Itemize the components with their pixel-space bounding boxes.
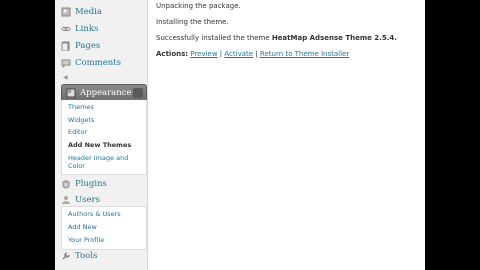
- separator-arrow-icon: ◀: [63, 74, 68, 81]
- preview-link[interactable]: Preview: [190, 50, 217, 58]
- submenu-item-authors-users[interactable]: Authors & Users: [68, 210, 142, 218]
- submenu-item-add-new-themes[interactable]: Add New Themes: [68, 141, 142, 149]
- tools-icon: [61, 251, 71, 261]
- link-separator: |: [219, 50, 223, 58]
- sidebar-item-label: Tools: [75, 251, 98, 261]
- submenu-item-add-new[interactable]: Add New: [68, 223, 142, 231]
- sidebar-item-label: Pages: [75, 41, 101, 51]
- sidebar-item-label: Media: [75, 7, 102, 17]
- link-separator: |: [255, 50, 258, 58]
- sidebar-item-pages[interactable]: Pages: [61, 38, 145, 54]
- screen: Media Links Pages Comments ◀ Appearance …: [55, 0, 425, 270]
- admin-sidebar: Media Links Pages Comments ◀ Appearance …: [55, 0, 148, 270]
- media-icon: [61, 7, 71, 17]
- submenu-item-themes[interactable]: Themes: [68, 103, 142, 111]
- submenu-item-editor[interactable]: Editor: [68, 128, 142, 136]
- sidebar-item-tools[interactable]: Tools: [61, 248, 145, 264]
- submenu-item-your-profile[interactable]: Your Profile: [68, 236, 142, 244]
- status-installing: Installing the theme.: [156, 18, 229, 26]
- sidebar-item-links[interactable]: Links: [61, 21, 145, 37]
- sidebar-item-label: Links: [75, 24, 99, 34]
- activate-link[interactable]: Activate: [224, 50, 253, 58]
- users-submenu: Authors & Users Add New Your Profile: [61, 206, 147, 250]
- sidebar-item-label: Users: [75, 195, 100, 205]
- sidebar-item-media[interactable]: Media: [61, 4, 145, 20]
- actions-label: Actions:: [156, 50, 189, 58]
- return-to-installer-link[interactable]: Return to Theme Installer: [260, 50, 349, 58]
- sidebar-item-label: Appearance: [80, 88, 132, 98]
- success-text: Successfully installed the theme: [156, 34, 270, 42]
- menu-toggle-icon[interactable]: [133, 88, 143, 98]
- actions-row: Actions: Preview | Activate | Return to …: [156, 50, 349, 58]
- sidebar-item-plugins[interactable]: Plugins: [61, 176, 145, 192]
- sidebar-item-label: Comments: [75, 58, 122, 68]
- links-icon: [61, 24, 71, 34]
- submenu-item-header-image[interactable]: Header Image and Color: [68, 154, 142, 170]
- appearance-submenu: Themes Widgets Editor Add New Themes Hea…: [61, 100, 147, 175]
- sidebar-item-comments[interactable]: Comments: [61, 55, 145, 71]
- pages-icon: [61, 41, 71, 51]
- comments-icon: [61, 58, 71, 68]
- submenu-item-widgets[interactable]: Widgets: [68, 116, 142, 124]
- status-success: Successfully installed the theme HeatMap…: [156, 34, 397, 42]
- appearance-icon: [66, 88, 76, 98]
- plugins-icon: [61, 179, 71, 189]
- users-icon: [61, 195, 71, 205]
- theme-name: HeatMap Adsense Theme 2.5.4.: [271, 34, 397, 42]
- sidebar-item-label: Plugins: [75, 179, 107, 189]
- status-unpacking: Unpacking the package.: [156, 2, 241, 10]
